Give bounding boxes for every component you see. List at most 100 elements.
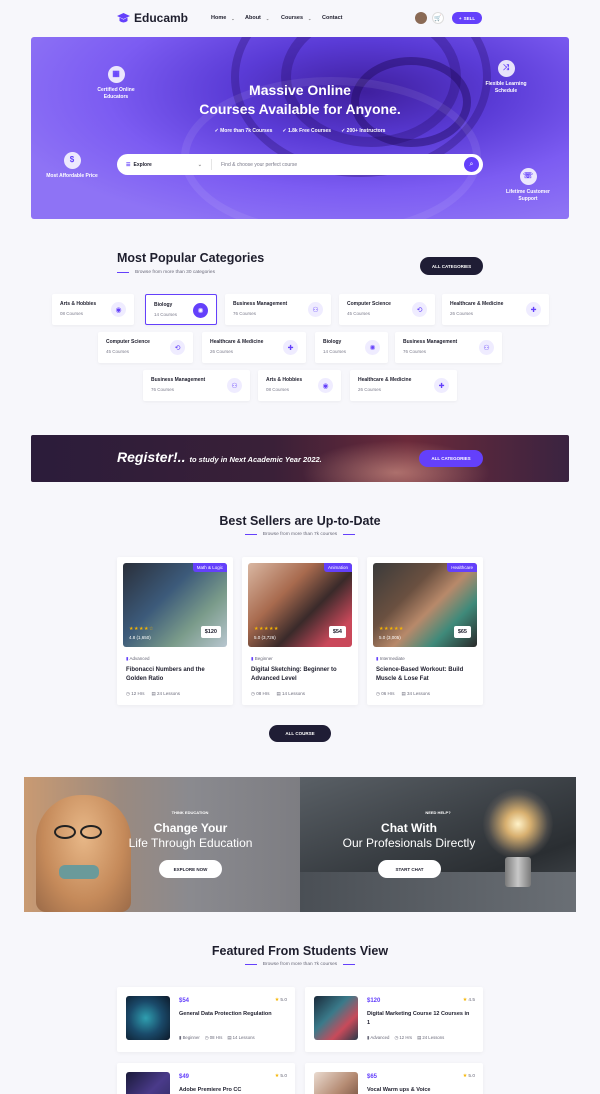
course-price: $65	[453, 626, 471, 638]
bestsellers-title: Best Sellers are Up-to-Date	[219, 514, 381, 528]
course-lessons: 24 Lessons	[422, 1035, 445, 1040]
featured-course-card[interactable]: $65 5.0 Vocal Warm ups & Voice	[305, 1063, 483, 1094]
featured-course-card[interactable]: $49 5.0 Adobe Premiere Pro CC	[117, 1063, 295, 1094]
category-card[interactable]: Healthcare & Medicine 26 Courses ✚	[350, 370, 457, 401]
bestsellers-subtitle-text: Browse from more than 7k courses	[262, 532, 338, 537]
course-hours: 08 Hrs	[209, 1035, 223, 1040]
course-card[interactable]: Animation ★★★★★ 5.0 (3,726) $54 Beginner…	[242, 557, 358, 705]
register-button[interactable]: ALL CATEGORIES	[419, 450, 483, 467]
headset-icon: ☏	[519, 168, 537, 185]
feature-affordable-label: Most Affordable Price	[46, 173, 98, 179]
course-title[interactable]: Adobe Premiere Pro CC	[179, 1086, 284, 1094]
level-icon: ▮ Advanced	[367, 1035, 390, 1040]
categories-subtitle: Browse from more than 30 categories	[117, 270, 215, 275]
promo-right-kicker: NEED HELP?	[425, 810, 451, 815]
course-title[interactable]: Science-Based Workout: Build Muscle & Lo…	[376, 666, 476, 684]
level-icon: ▮ Beginner	[179, 1035, 200, 1040]
course-rating: 5.0 (3,726)	[254, 635, 276, 640]
course-rating: 4.8 (1,650)	[129, 635, 151, 640]
network-icon: ⚇	[308, 302, 323, 317]
category-card[interactable]: Computer Science 45 Courses ⟲	[98, 332, 193, 363]
book-icon: ▤ 14 Lessons	[276, 691, 305, 696]
register-subtext: to study in Next Academic Year 2022.	[189, 455, 322, 464]
course-meta: ◷ 12 Hrs ▤ 24 Lessons	[126, 691, 180, 697]
nav-about-label: About	[245, 15, 261, 21]
feature-affordable: $ Most Affordable Price	[46, 152, 98, 180]
category-card[interactable]: Business Management 76 Courses ⚇	[143, 370, 250, 401]
sell-button[interactable]: + SELL	[452, 12, 482, 24]
book-icon: ▤ 24 Lessons	[417, 1035, 445, 1040]
course-title[interactable]: Fibonacci Numbers and the Golden Ratio	[126, 666, 226, 684]
category-card[interactable]: Biology 14 Courses ✺	[315, 332, 388, 363]
course-card[interactable]: Math & Logic ★★★★☆ 4.8 (1,650) $120 Adva…	[117, 557, 233, 705]
category-card[interactable]: Healthcare & Medicine 26 Courses ✚	[202, 332, 306, 363]
course-level: Beginner	[182, 1035, 200, 1040]
discount-icon: $	[63, 152, 81, 169]
featured-title: Featured From Students View	[211, 944, 389, 958]
medical-icon: ✚	[434, 378, 449, 393]
course-price: $49	[179, 1074, 190, 1080]
course-price: $54	[179, 998, 190, 1004]
register-headline: Register!.. to study in Next Academic Yea…	[117, 449, 322, 465]
nav-home[interactable]: Home ⌄	[211, 15, 235, 21]
category-card[interactable]: Healthcare & Medicine 26 Courses ✚	[442, 294, 549, 325]
feature-certified-label: Certified Online Educators	[97, 87, 135, 100]
course-meta: ▮ Beginner ◷ 08 Hrs ▤ 14 Lessons	[179, 1035, 255, 1041]
clock-icon: ◷ 12 Hrs	[126, 691, 145, 696]
promo-right-title: Chat With	[381, 821, 437, 835]
nav-courses-label: Courses	[281, 15, 304, 21]
highlight-courses: More than 7k Courses	[215, 128, 272, 134]
nav-home-label: Home	[211, 15, 227, 21]
course-price: $120	[367, 998, 381, 1004]
featured-subtitle-text: Browse from more than 7k courses	[262, 962, 338, 967]
course-title[interactable]: Vocal Warm ups & Voice	[367, 1086, 472, 1094]
search-icon: ⌕	[469, 160, 474, 168]
medical-icon: ✚	[283, 340, 298, 355]
course-thumbnail	[126, 996, 170, 1040]
categories-subtitle-text: Browse from more than 30 categories	[135, 270, 215, 275]
hero-highlights: More than 7k Courses 1.8k Free Courses 2…	[0, 128, 600, 134]
category-card[interactable]: Biology 14 Courses ✺	[145, 294, 217, 325]
course-thumbnail	[314, 1072, 358, 1094]
nav-contact[interactable]: Contact	[322, 15, 342, 21]
search-button[interactable]: ⌕	[464, 157, 479, 172]
brand-logo[interactable]: Educamb	[117, 11, 188, 25]
search-input[interactable]: Find & choose your perfect course	[212, 162, 464, 168]
palette-icon: ◉	[318, 378, 333, 393]
book-icon: ▤ 34 Lessons	[401, 691, 430, 696]
nav-about[interactable]: About ⌄	[245, 15, 269, 21]
course-price: $54	[328, 626, 346, 638]
category-card[interactable]: Business Management 76 Courses ⚇	[225, 294, 331, 325]
course-title[interactable]: Digital Sketching: Beginner to Advanced …	[251, 666, 351, 684]
course-title[interactable]: Digital Marketing Course 12 Courses in 1	[367, 1010, 472, 1028]
explore-now-button[interactable]: EXPLORE NOW	[159, 860, 222, 878]
palette-icon: ◉	[111, 302, 126, 317]
category-card[interactable]: Arts & Hobbies 08 Courses ◉	[52, 294, 134, 325]
category-card[interactable]: Computer Science 45 Courses ⟲	[339, 294, 435, 325]
course-meta: ▮ Advanced ◷ 12 Hrs ▤ 24 Lessons	[367, 1035, 444, 1041]
network-icon: ⚇	[479, 340, 494, 355]
user-avatar[interactable]	[415, 12, 427, 24]
course-card[interactable]: Healthcare ★★★★★ 5.0 (3,005) $65 Interme…	[367, 557, 483, 705]
category-select[interactable]: ☰ Explore ⌄	[117, 159, 212, 170]
clock-icon: ◷ 06 Hrs	[376, 691, 395, 696]
all-categories-button[interactable]: ALL CATEGORIES	[420, 257, 483, 275]
course-rating: 5.0	[463, 1074, 475, 1079]
category-card[interactable]: Arts & Hobbies 08 Courses ◉	[258, 370, 341, 401]
clock-icon: ◷ 12 Hrs	[394, 1035, 413, 1040]
cart-icon[interactable]: 🛒	[432, 12, 444, 24]
feature-support: ☏ Lifetime Customer Support	[500, 168, 556, 203]
feature-support-label: Lifetime Customer Support	[506, 189, 550, 202]
course-title[interactable]: General Data Protection Regulation	[179, 1010, 284, 1019]
featured-course-card[interactable]: $120 4.5 Digital Marketing Course 12 Cou…	[305, 987, 483, 1052]
course-rating: 5.0 (3,005)	[379, 635, 401, 640]
course-level: Advanced	[370, 1035, 390, 1040]
featured-course-card[interactable]: $54 5.0 General Data Protection Regulati…	[117, 987, 295, 1052]
nav-courses[interactable]: Courses ⌄	[281, 15, 311, 21]
all-course-button[interactable]: ALL COURSE	[269, 725, 331, 742]
start-chat-button[interactable]: START CHAT	[378, 860, 441, 878]
promo-left-subtitle: Life Through Education	[128, 836, 253, 850]
feature-flexible-label: Flexible Learning Schedule	[485, 81, 527, 94]
category-card[interactable]: Business Management 76 Courses ⚇	[395, 332, 502, 363]
feature-flexible: ⤨ Flexible Learning Schedule	[480, 60, 532, 95]
